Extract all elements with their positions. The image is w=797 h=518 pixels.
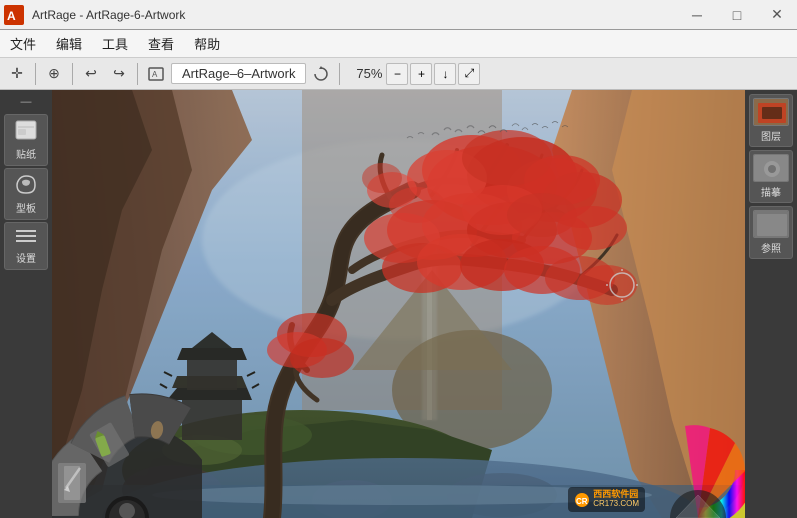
menu-help[interactable]: 帮助 — [184, 30, 230, 57]
toolbar: ✛ ⊕ ↩ ↪ A ArtRage–6–Artwork 75% − + ↓ ⤢ — [0, 58, 797, 90]
svg-text:CR: CR — [576, 497, 588, 506]
zoom-download-button[interactable]: ↓ — [434, 63, 456, 85]
svg-text:A: A — [152, 70, 158, 79]
window-controls: ─ □ ✕ — [677, 0, 797, 29]
svg-text:A: A — [7, 9, 16, 23]
minimize-button[interactable]: ─ — [677, 0, 717, 29]
title-bar: A ArtRage - ArtRage-6-Artwork ─ □ ✕ — [0, 0, 797, 30]
import-button[interactable]: A — [143, 61, 169, 87]
layers-button[interactable]: 图层 — [749, 94, 793, 147]
close-button[interactable]: ✕ — [757, 0, 797, 29]
sticker-tool-button[interactable]: 贴纸 — [4, 114, 48, 166]
watermark-url: CR173.COM — [593, 500, 639, 509]
move-tool-button[interactable]: ✛ — [4, 61, 30, 87]
toolbar-filename: ArtRage–6–Artwork — [171, 63, 306, 84]
reference-button[interactable]: 参照 — [749, 206, 793, 259]
brush-wheel[interactable] — [52, 368, 202, 518]
menu-tools[interactable]: 工具 — [92, 30, 138, 57]
straighten-button[interactable]: ⊕ — [41, 61, 67, 87]
reference-label: 参照 — [761, 240, 781, 255]
settings-label: 设置 — [16, 250, 36, 265]
stencil-label: 型板 — [16, 200, 36, 215]
stencil-tool-button[interactable]: 型板 — [4, 168, 48, 220]
settings-tool-button[interactable]: 设置 — [4, 222, 48, 270]
undo-button[interactable]: ↩ — [78, 61, 104, 87]
menu-edit[interactable]: 编辑 — [46, 30, 92, 57]
zoom-minus-button[interactable]: − — [386, 63, 408, 85]
left-toolbar: — 贴纸 型板 — [0, 90, 52, 518]
zoom-plus-button[interactable]: + — [410, 63, 432, 85]
stencil-icon — [14, 173, 38, 198]
layers-thumbnail — [753, 98, 789, 126]
app-icon: A — [4, 5, 24, 25]
tracer-button[interactable]: 描摹 — [749, 150, 793, 203]
zoom-fit-button[interactable]: ⤢ — [458, 63, 480, 85]
rotate-canvas-button[interactable] — [308, 61, 334, 87]
title-text: ArtRage - ArtRage-6-Artwork — [28, 8, 677, 22]
tracer-thumbnail — [753, 154, 789, 182]
menu-bar: 文件 编辑 工具 查看 帮助 — [0, 30, 797, 58]
toolbar-separator-4 — [339, 63, 340, 85]
menu-file[interactable]: 文件 — [0, 30, 46, 57]
watermark: CR 西西软件园 CR173.COM — [568, 487, 645, 512]
tracer-label: 描摹 — [761, 184, 781, 199]
toolbar-separator-1 — [35, 63, 36, 85]
color-wheel-panel[interactable] — [650, 423, 745, 518]
reference-thumbnail — [753, 210, 789, 238]
main-area: — 贴纸 型板 — [0, 90, 797, 518]
sticker-label: 贴纸 — [16, 146, 36, 161]
right-toolbar: 图层 描摹 参照 — [745, 90, 797, 518]
canvas-area[interactable]: CR 西西软件园 CR173.COM — [52, 90, 745, 518]
redo-button[interactable]: ↪ — [106, 61, 132, 87]
sticker-icon — [14, 119, 38, 144]
scroll-indicator-top: — — [14, 94, 38, 110]
settings-icon — [14, 227, 38, 248]
maximize-button[interactable]: □ — [717, 0, 757, 29]
zoom-percent-label: 75% — [347, 66, 382, 81]
layers-label: 图层 — [761, 128, 781, 143]
menu-view[interactable]: 查看 — [138, 30, 184, 57]
watermark-text-block: 西西软件园 CR173.COM — [593, 490, 639, 509]
toolbar-separator-2 — [72, 63, 73, 85]
toolbar-separator-3 — [137, 63, 138, 85]
watermark-logo-icon: CR — [574, 492, 590, 508]
